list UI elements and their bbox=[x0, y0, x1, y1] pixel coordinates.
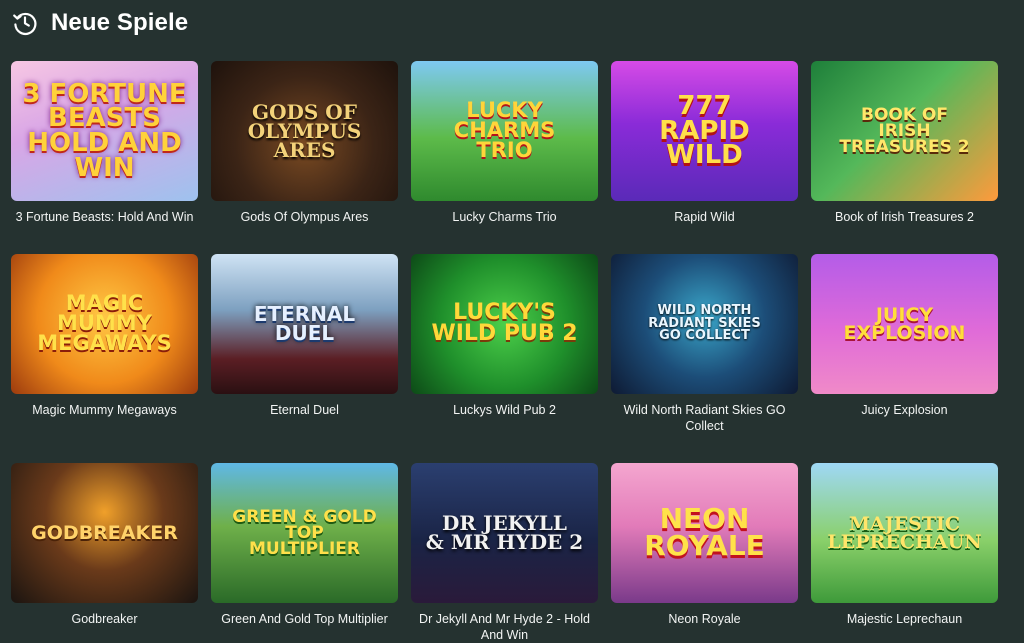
game-logo: Magic Mummy Megaways bbox=[37, 291, 172, 355]
game-thumbnail[interactable]: Green & Gold Top Multiplier bbox=[211, 463, 398, 603]
game-tile[interactable]: Dr Jekyll & Mr Hyde 2 Dr Jekyll And Mr H… bbox=[411, 463, 598, 643]
game-logo: Dr Jekyll & Mr Hyde 2 bbox=[425, 511, 584, 554]
game-thumbnail[interactable]: Book of Irish Treasures 2 bbox=[811, 61, 998, 201]
game-thumbnail[interactable]: Juicy Explosion bbox=[811, 254, 998, 394]
game-title[interactable]: Magic Mummy Megaways bbox=[11, 402, 198, 418]
game-thumbnail[interactable]: Lucky Charms Trio bbox=[411, 61, 598, 201]
game-thumbnail[interactable]: Majestic Leprechaun bbox=[811, 463, 998, 603]
game-logo: 3 Fortune Beasts Hold and Win bbox=[22, 78, 187, 183]
game-tile[interactable]: Lucky's Wild Pub 2 Luckys Wild Pub 2 bbox=[411, 254, 598, 463]
game-logo: Lucky Charms Trio bbox=[453, 98, 556, 162]
game-thumbnail[interactable]: Lucky's Wild Pub 2 bbox=[411, 254, 598, 394]
game-title[interactable]: 3 Fortune Beasts: Hold And Win bbox=[11, 209, 198, 225]
game-title[interactable]: Rapid Wild bbox=[611, 209, 798, 225]
game-tile[interactable]: Gods of Olympus Ares Gods Of Olympus Are… bbox=[211, 61, 398, 254]
game-title[interactable]: Dr Jekyll And Mr Hyde 2 - Hold And Win bbox=[411, 611, 598, 643]
game-tile[interactable]: Magic Mummy Megaways Magic Mummy Megaway… bbox=[11, 254, 198, 463]
game-title[interactable]: Neon Royale bbox=[611, 611, 798, 627]
game-logo: Neon Royale bbox=[644, 502, 765, 562]
game-title[interactable]: Green And Gold Top Multiplier bbox=[211, 611, 398, 627]
game-title[interactable]: Juicy Explosion bbox=[811, 402, 998, 418]
game-thumbnail[interactable]: Godbreaker bbox=[11, 463, 198, 603]
game-logo: Green & Gold Top Multiplier bbox=[232, 506, 377, 560]
game-logo: Eternal Duel bbox=[253, 302, 356, 345]
game-tile[interactable]: Green & Gold Top Multiplier Green And Go… bbox=[211, 463, 398, 640]
game-tile[interactable]: Book of Irish Treasures 2 Book of Irish … bbox=[811, 61, 998, 254]
game-tile[interactable]: Godbreaker Godbreaker bbox=[11, 463, 198, 640]
game-thumbnail[interactable]: 777 Rapid Wild bbox=[611, 61, 798, 201]
game-title[interactable]: Book of Irish Treasures 2 bbox=[811, 209, 998, 225]
game-tile[interactable]: Juicy Explosion Juicy Explosion bbox=[811, 254, 998, 463]
game-logo: Majestic Leprechaun bbox=[827, 512, 982, 553]
game-thumbnail[interactable]: 3 Fortune Beasts Hold and Win bbox=[11, 61, 198, 201]
game-tile[interactable]: Majestic Leprechaun Majestic Leprechaun bbox=[811, 463, 998, 640]
game-thumbnail[interactable]: Dr Jekyll & Mr Hyde 2 bbox=[411, 463, 598, 603]
game-tile[interactable]: Neon Royale Neon Royale bbox=[611, 463, 798, 640]
game-tile[interactable]: 3 Fortune Beasts Hold and Win 3 Fortune … bbox=[11, 61, 198, 254]
game-title[interactable]: Eternal Duel bbox=[211, 402, 398, 418]
game-title[interactable]: Gods Of Olympus Ares bbox=[211, 209, 398, 225]
game-tile[interactable]: Lucky Charms Trio Lucky Charms Trio bbox=[411, 61, 598, 254]
game-title[interactable]: Majestic Leprechaun bbox=[811, 611, 998, 627]
game-logo: Godbreaker bbox=[31, 521, 178, 544]
section-header: Neue Spiele bbox=[12, 8, 188, 38]
game-tile[interactable]: Eternal Duel Eternal Duel bbox=[211, 254, 398, 463]
game-logo: Juicy Explosion bbox=[843, 303, 966, 344]
game-logo: Wild North Radiant Skies GO Collect bbox=[648, 303, 761, 344]
game-title[interactable]: Wild North Radiant Skies GO Collect bbox=[611, 402, 798, 434]
clock-history-icon bbox=[13, 12, 37, 36]
game-thumbnail[interactable]: Eternal Duel bbox=[211, 254, 398, 394]
game-thumbnail[interactable]: Wild North Radiant Skies GO Collect bbox=[611, 254, 798, 394]
game-logo: Gods of Olympus Ares bbox=[247, 99, 362, 162]
game-tile[interactable]: Wild North Radiant Skies GO Collect Wild… bbox=[611, 254, 798, 463]
game-thumbnail[interactable]: Gods of Olympus Ares bbox=[211, 61, 398, 201]
game-title[interactable]: Lucky Charms Trio bbox=[411, 209, 598, 225]
game-tile[interactable]: 777 Rapid Wild Rapid Wild bbox=[611, 61, 798, 254]
game-logo: 777 Rapid Wild bbox=[659, 90, 750, 171]
section-title: Neue Spiele bbox=[51, 9, 189, 36]
game-logo: Book of Irish Treasures 2 bbox=[839, 104, 970, 158]
game-title[interactable]: Godbreaker bbox=[11, 611, 198, 627]
game-title[interactable]: Luckys Wild Pub 2 bbox=[411, 402, 598, 418]
game-logo: Lucky's Wild Pub 2 bbox=[431, 300, 578, 346]
game-thumbnail[interactable]: Neon Royale bbox=[611, 463, 798, 603]
games-grid: 3 Fortune Beasts Hold and Win 3 Fortune … bbox=[11, 61, 998, 643]
game-thumbnail[interactable]: Magic Mummy Megaways bbox=[11, 254, 198, 394]
